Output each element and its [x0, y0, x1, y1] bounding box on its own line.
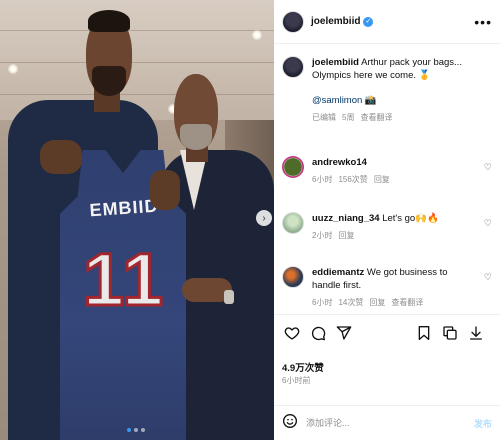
action-bar	[274, 314, 500, 350]
comment-text: Let's go🙌🔥	[382, 213, 439, 224]
comment-composer: 发布	[274, 405, 500, 440]
carousel-dots	[127, 428, 145, 432]
bookmark-icon	[418, 325, 430, 340]
carousel-dot	[141, 428, 145, 432]
more-horizontal-icon[interactable]: •••	[474, 14, 492, 30]
caption: joelembiid Arthur pack your bags... Olym…	[282, 56, 494, 124]
comment-meta: 6小时 156次赞 回复	[312, 173, 478, 186]
ceiling-lamp	[8, 64, 18, 74]
download-icon	[470, 325, 482, 340]
comment-author[interactable]: eddiemantz	[312, 267, 364, 278]
edited-label: 已编辑	[312, 113, 336, 122]
reply-link[interactable]: 回复	[374, 173, 390, 186]
comment-meta: 2小时 回复	[312, 229, 478, 242]
comment-body: eddiemantz We got business to handle fir…	[312, 266, 478, 309]
post-comment-button[interactable]: 发布	[474, 417, 492, 430]
jersey-number: 11	[81, 237, 166, 323]
comment-item: andrewko14 6小时 156次赞 回复 ♡	[282, 156, 494, 186]
copy-button[interactable]	[440, 323, 460, 343]
person-right-beard	[180, 124, 212, 150]
person-left-hand	[150, 170, 180, 210]
send-icon	[336, 325, 352, 340]
heart-outline-icon[interactable]: ♡	[484, 272, 492, 283]
ceiling-line	[0, 30, 274, 31]
person-left-beard	[92, 66, 126, 96]
reply-link[interactable]: 回复	[338, 229, 354, 242]
person-left-hair	[88, 10, 130, 32]
ceiling-line	[0, 62, 274, 63]
caption-meta: 已编辑 5周 查看翻译	[312, 111, 492, 124]
chevron-right-icon: ›	[262, 212, 266, 224]
comment-icon	[311, 326, 326, 340]
comment-age: 2小时	[312, 231, 333, 240]
comment-age: 6小时	[312, 298, 333, 307]
avatar[interactable]	[282, 156, 304, 178]
heart-outline-icon[interactable]: ♡	[484, 218, 492, 229]
comment-author[interactable]: uuzz_niang_34	[312, 213, 380, 224]
avatar[interactable]	[282, 212, 304, 234]
caption-body: joelembiid Arthur pack your bags... Olym…	[312, 56, 492, 124]
carousel-dot	[134, 428, 138, 432]
likes-count[interactable]: 4.9万次赞	[282, 360, 324, 374]
copy-icon	[443, 325, 457, 340]
ceiling-lamp	[252, 30, 262, 40]
comment-button[interactable]	[308, 323, 328, 343]
post-sidebar: joelembiid ✓ ••• joelembiid Arthur pack …	[274, 0, 500, 440]
download-button[interactable]	[466, 323, 486, 343]
comment-body: uuzz_niang_34 Let's go🙌🔥 2小时 回复	[312, 212, 478, 242]
bookmark-button[interactable]	[414, 323, 434, 343]
carousel-next-button[interactable]: ›	[256, 210, 272, 226]
comment-item: eddiemantz We got business to handle fir…	[282, 266, 494, 309]
caption-author[interactable]: joelembiid	[312, 57, 359, 68]
person-left-hand	[40, 140, 82, 174]
post-author[interactable]: joelembiid	[311, 16, 360, 27]
like-button[interactable]	[282, 323, 302, 343]
caption-mention[interactable]: @samlimon 📸	[312, 94, 492, 107]
caption-age: 5周	[342, 113, 355, 122]
comment-likes[interactable]: 156次赞	[338, 173, 367, 186]
heart-outline-icon[interactable]: ♡	[484, 162, 492, 173]
avatar[interactable]	[282, 10, 304, 33]
post-photo[interactable]: EMBIID 11 ›	[0, 0, 274, 440]
translate-link[interactable]: 查看翻译	[391, 296, 423, 309]
comment-author[interactable]: andrewko14	[312, 157, 367, 168]
comment-body: andrewko14 6小时 156次赞 回复	[312, 156, 478, 186]
comment-input[interactable]	[306, 418, 456, 428]
reply-link[interactable]: 回复	[369, 296, 385, 309]
verified-badge-icon: ✓	[363, 16, 374, 27]
comment-likes[interactable]: 14次赞	[338, 296, 363, 309]
comment-meta: 6小时 14次赞 回复 查看翻译	[312, 296, 478, 309]
watch	[224, 290, 234, 304]
share-button[interactable]	[334, 323, 354, 343]
post-header: joelembiid ✓ •••	[274, 0, 500, 44]
comment-item: uuzz_niang_34 Let's go🙌🔥 2小时 回复 ♡	[282, 212, 494, 242]
emoji-icon[interactable]	[282, 413, 298, 434]
carousel-dot	[127, 428, 131, 432]
avatar[interactable]	[282, 56, 304, 78]
heart-icon	[284, 326, 300, 340]
translate-link[interactable]: 查看翻译	[360, 111, 392, 124]
avatar[interactable]	[282, 266, 304, 288]
comment-age: 6小时	[312, 175, 333, 184]
ceiling-line	[0, 94, 274, 95]
post-time: 6小时前	[282, 376, 311, 385]
action-bar-right	[414, 323, 492, 343]
